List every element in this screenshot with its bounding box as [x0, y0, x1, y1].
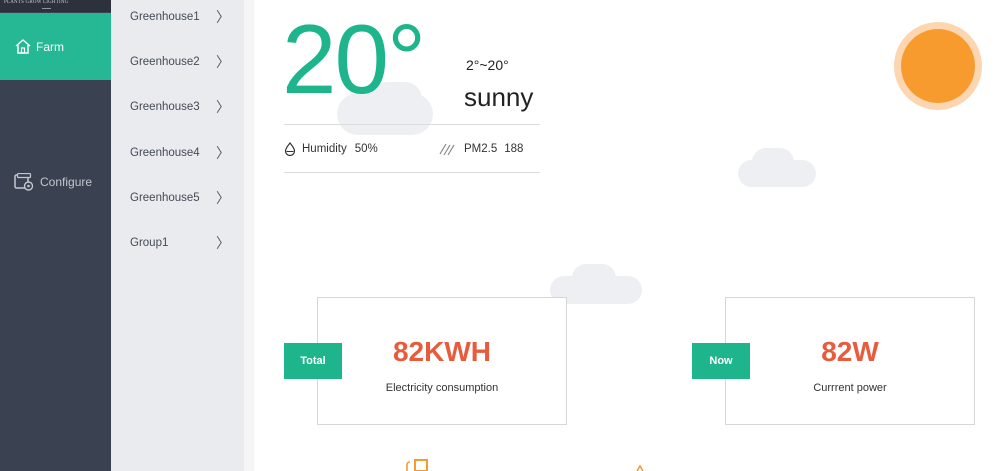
- menu-item-greenhouse2[interactable]: Greenhouse2 〉: [130, 51, 230, 73]
- menu-item-greenhouse3[interactable]: Greenhouse3 〉: [130, 96, 230, 118]
- main-content: 20° 2°~20° sunny Humidity 50% PM2.5 188 …: [244, 0, 997, 471]
- menu-item-label: Group1: [130, 237, 169, 249]
- logo-subtext: ▬▬▬: [42, 6, 51, 10]
- sun-core: [901, 29, 975, 103]
- menu-item-label: Greenhouse3: [130, 101, 200, 113]
- logo: PLANTS GROW LIGHTING ▬▬▬: [0, 0, 111, 12]
- greenhouse-menu: Greenhouse1 〉 Greenhouse2 〉 Greenhouse3 …: [111, 0, 244, 471]
- chevron-right-icon: 〉: [216, 100, 230, 116]
- droplet-icon: [284, 142, 296, 156]
- humidity-reading: Humidity 50%: [284, 142, 378, 156]
- humidity-label: Humidity: [302, 143, 347, 155]
- cloud-decoration: [572, 264, 616, 292]
- nav-item-farm-label: Farm: [36, 39, 64, 54]
- pm25-label: PM2.5: [464, 143, 498, 155]
- chevron-right-icon: 〉: [216, 55, 230, 71]
- configure-icon: [14, 173, 34, 191]
- weather-condition: sunny: [464, 82, 534, 112]
- now-tag: Now: [692, 343, 750, 379]
- pm25-value: 188: [504, 143, 524, 155]
- main-nav: PLANTS GROW LIGHTING ▬▬▬ Farm Configure: [0, 0, 111, 471]
- bulb-icon: [636, 465, 644, 471]
- menu-item-label: Greenhouse2: [130, 56, 200, 68]
- power-card: 82W Currrent power: [725, 297, 975, 425]
- home-icon: [15, 39, 31, 54]
- power-value: 82W: [821, 336, 879, 367]
- nav-item-configure[interactable]: Configure: [0, 162, 111, 202]
- chevron-right-icon: 〉: [216, 236, 230, 252]
- logo-text: PLANTS GROW LIGHTING: [4, 0, 69, 5]
- electricity-value: 82KWH: [392, 336, 491, 367]
- menu-item-greenhouse1[interactable]: Greenhouse1 〉: [130, 6, 230, 28]
- nav-item-configure-label: Configure: [40, 175, 93, 189]
- lamp-icon: [406, 459, 428, 471]
- cloud-decoration: [752, 148, 794, 176]
- pm25-reading: PM2.5 188: [438, 142, 523, 156]
- menu-item-label: Greenhouse4: [130, 147, 200, 159]
- nav-item-farm[interactable]: Farm: [0, 13, 111, 80]
- menu-item-greenhouse4[interactable]: Greenhouse4 〉: [130, 142, 230, 164]
- temperature-range: 2°~20°: [466, 57, 509, 73]
- menu-item-greenhouse5[interactable]: Greenhouse5 〉: [130, 187, 230, 209]
- menu-item-label: Greenhouse5: [130, 192, 200, 204]
- electricity-card: 82KWH Electricity consumption: [317, 297, 567, 425]
- menu-item-label: Greenhouse1: [130, 11, 200, 23]
- power-label: Currrent power: [813, 382, 887, 394]
- haze-icon: [439, 143, 455, 156]
- divider: [284, 172, 540, 173]
- electricity-label: Electricity consumption: [385, 382, 499, 394]
- total-tag: Total: [284, 343, 342, 379]
- chevron-right-icon: 〉: [216, 10, 230, 26]
- humidity-value: 50%: [354, 143, 378, 155]
- menu-item-group1[interactable]: Group1 〉: [130, 232, 230, 254]
- divider: [284, 124, 540, 125]
- chevron-right-icon: 〉: [216, 191, 230, 207]
- sun-icon: [894, 22, 982, 110]
- temperature-value: 20°: [282, 4, 426, 114]
- dashboard-panel: 20° 2°~20° sunny Humidity 50% PM2.5 188 …: [254, 0, 997, 471]
- chevron-right-icon: 〉: [216, 146, 230, 162]
